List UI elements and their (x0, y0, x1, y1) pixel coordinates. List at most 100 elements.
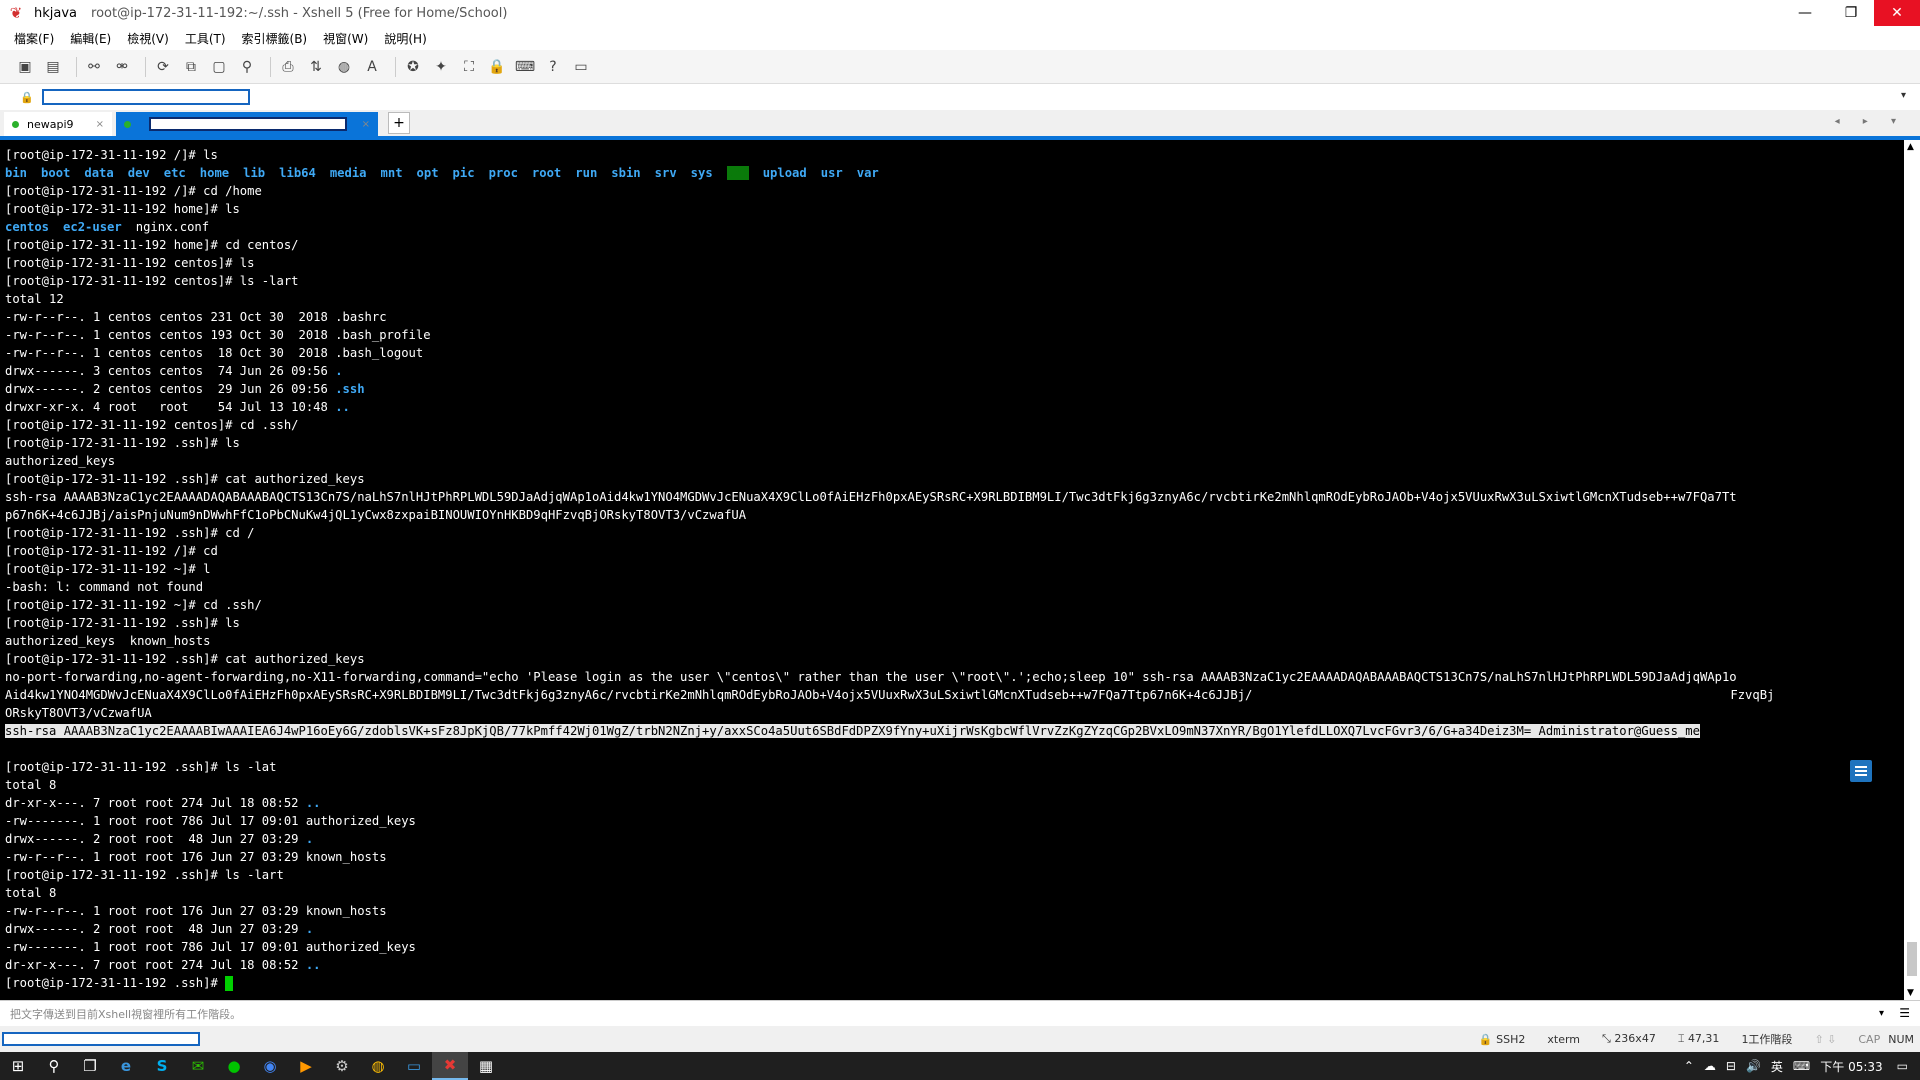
transfer-icon[interactable]: ⇅ (305, 56, 327, 78)
terminal-line: drwx------. 2 root root 48 Jun 27 03:29 … (5, 922, 314, 936)
status-arrows-icon: ⇧ ⇩ (1814, 1032, 1837, 1046)
tab-close-icon[interactable]: × (362, 119, 370, 130)
terminal-line-selected[interactable]: ssh-rsa AAAAB3NzaC1yc2EAAAABIwAAAIEA6J4w… (5, 722, 1904, 740)
terminal-line: [root@ip-172-31-11-192 /]# ls (5, 148, 218, 162)
xshell-logo-icon: ❦ (9, 4, 23, 22)
terminal-output[interactable]: [root@ip-172-31-11-192 /]# ls bin boot dat… (0, 140, 1904, 1000)
status-size: ⤡ 236x47 (1602, 1032, 1656, 1045)
terminal-line: [root@ip-172-31-11-192 centos]# ls -lart (5, 274, 299, 288)
open-folder-icon[interactable]: ▤ (42, 56, 64, 78)
settings-app-icon[interactable]: ⚙ (324, 1052, 360, 1080)
chrome-icon[interactable]: ◍ (360, 1052, 396, 1080)
search-icon[interactable]: ⚲ (36, 1052, 72, 1080)
tray-volume-icon[interactable]: 🔊 (1746, 1059, 1761, 1073)
xmanager-icon[interactable]: ✦ (430, 56, 452, 78)
menu-view[interactable]: 檢視(V) (127, 30, 169, 47)
fullscreen-icon[interactable]: ⛶ (458, 56, 480, 78)
compose-dropdown-icon[interactable]: ▾ (1879, 1008, 1884, 1019)
start-icon[interactable]: ⊞ (0, 1052, 36, 1080)
menu-file[interactable]: 檔案(F) (14, 30, 54, 47)
tray-network-icon[interactable]: ⊟ (1726, 1059, 1736, 1073)
terminal-scrollbar[interactable]: ▲ ▼ (1904, 140, 1920, 1000)
status-terminal-type: xterm (1547, 1032, 1581, 1046)
scroll-up-icon[interactable]: ▲ (1907, 142, 1914, 152)
calculator-icon[interactable]: ▦ (468, 1052, 504, 1080)
scrollbar-thumb[interactable] (1907, 942, 1917, 976)
keyboard-icon[interactable]: ⌨ (514, 56, 536, 78)
terminal-cursor (225, 976, 234, 991)
xftp-icon[interactable]: ✪ (402, 56, 424, 78)
compose-menu-icon[interactable]: ☰ (1899, 1006, 1910, 1020)
minimize-button[interactable]: — (1782, 0, 1828, 26)
compose-input[interactable]: 把文字傳送到目前Xshell視窗裡所有工作階段。 (10, 1006, 241, 1022)
toolbar-divider (270, 56, 271, 77)
close-button[interactable]: ✕ (1874, 0, 1920, 26)
terminal-line: authorized_keys known_hosts (5, 634, 211, 648)
terminal-line: total 8 (5, 886, 57, 900)
edge-icon[interactable]: e (108, 1052, 144, 1080)
new-session-icon[interactable]: ▣ (14, 56, 36, 78)
font-icon[interactable]: A (361, 56, 383, 78)
line-icon[interactable]: ● (216, 1052, 252, 1080)
xshell-taskbar-icon[interactable]: ✖ (432, 1052, 468, 1080)
menu-edit[interactable]: 編輯(E) (70, 30, 111, 47)
new-tab-button[interactable]: + (388, 112, 410, 134)
tray-keyboard-icon[interactable]: ⌨ (1793, 1059, 1810, 1073)
address-bar: 🔒 ▾ (0, 84, 1920, 111)
clock[interactable]: 下午 05:33 (1820, 1058, 1882, 1075)
status-cursor-pos: ⌶ 47,31 (1677, 1032, 1720, 1045)
connect-icon[interactable]: ⚯ (83, 56, 105, 78)
wechat-icon[interactable]: ✉ (180, 1052, 216, 1080)
print-icon[interactable]: ⎙ (277, 56, 299, 78)
skype-icon[interactable]: S (144, 1052, 180, 1080)
address-dropdown-icon[interactable]: ▾ (1901, 90, 1906, 101)
terminal-line: [root@ip-172-31-11-192 .ssh]# cd / (5, 526, 255, 540)
compose-bar[interactable]: 把文字傳送到目前Xshell視窗裡所有工作階段。 ▾ ☰ (0, 1000, 1920, 1027)
menu-bar: 檔案(F) 編輯(E) 檢視(V) 工具(T) 索引標籤(B) 視窗(W) 說明… (0, 26, 1920, 50)
toolbar-divider (76, 56, 77, 77)
session-tab-bar: newapi9 × × + ◂ ▸ ▾ (0, 110, 1920, 140)
menu-help[interactable]: 說明(H) (384, 30, 426, 47)
ime-indicator[interactable]: 英 (1771, 1058, 1783, 1075)
terminal-app-icon[interactable]: ▭ (396, 1052, 432, 1080)
restore-button[interactable]: ❐ (1828, 0, 1874, 26)
tab-navigation-icons[interactable]: ◂ ▸ ▾ (1835, 116, 1906, 127)
find-icon[interactable]: ⚲ (236, 56, 258, 78)
terminal-line: [root@ip-172-31-11-192 ~]# cd .ssh/ (5, 598, 262, 612)
lock-icon[interactable]: 🔒 (486, 56, 508, 78)
browser-icon[interactable]: ◉ (252, 1052, 288, 1080)
terminal-line: authorized_keys (5, 454, 116, 468)
menu-window[interactable]: 視窗(W) (323, 30, 368, 47)
status-caps: CAP (1858, 1032, 1881, 1046)
menu-tabs[interactable]: 索引標籤(B) (242, 30, 308, 47)
paste-icon[interactable]: ▢ (208, 56, 230, 78)
chat-icon[interactable]: ▭ (570, 56, 592, 78)
compose-note-icon[interactable] (1850, 760, 1872, 782)
task-view-icon[interactable]: ❐ (72, 1052, 108, 1080)
copy-icon[interactable]: ⧉ (180, 56, 202, 78)
terminal-line: [root@ip-172-31-11-192 .ssh]# cat author… (5, 472, 365, 486)
tab-close-icon[interactable]: × (96, 119, 104, 130)
globe-icon[interactable]: ◍ (333, 56, 355, 78)
terminal-prompt-line[interactable]: [root@ip-172-31-11-192 .ssh]# (5, 974, 1904, 992)
terminal-line: p67n6K+4c6JJBj/aisPnjuNum9nDWwhFfC1oPbCN… (5, 508, 747, 522)
menu-tools[interactable]: 工具(T) (185, 30, 226, 47)
terminal-line: [root@ip-172-31-11-192 .ssh]# cat author… (5, 652, 365, 666)
disconnect-icon[interactable]: ⚮ (111, 56, 133, 78)
system-tray: ⌃ ☁ ⊟ 🔊 英 ⌨ 下午 05:33 ▭ (1684, 1052, 1920, 1080)
tray-expand-icon[interactable]: ⌃ (1684, 1059, 1694, 1073)
help-icon[interactable]: ? (542, 56, 564, 78)
tab-newapi9[interactable]: newapi9 × (4, 112, 112, 136)
address-input[interactable] (42, 89, 250, 105)
tab-active-session[interactable]: × (116, 112, 378, 136)
terminal-line: -bash: l: command not found (5, 580, 204, 594)
sublime-icon[interactable]: ▶ (288, 1052, 324, 1080)
terminal-line: drwx------. 3 centos centos 74 Jun 26 09… (5, 364, 343, 378)
notification-icon[interactable]: ▭ (1897, 1059, 1908, 1073)
terminal-line: -rw-r--r--. 1 root root 176 Jun 27 03:29… (5, 850, 387, 864)
terminal-line: [root@ip-172-31-11-192 centos]# cd .ssh/ (5, 418, 299, 432)
tray-cloud-icon[interactable]: ☁ (1704, 1059, 1716, 1073)
scroll-down-icon[interactable]: ▼ (1907, 988, 1914, 998)
connected-status-icon (124, 120, 131, 128)
reconnect-icon[interactable]: ⟳ (152, 56, 174, 78)
